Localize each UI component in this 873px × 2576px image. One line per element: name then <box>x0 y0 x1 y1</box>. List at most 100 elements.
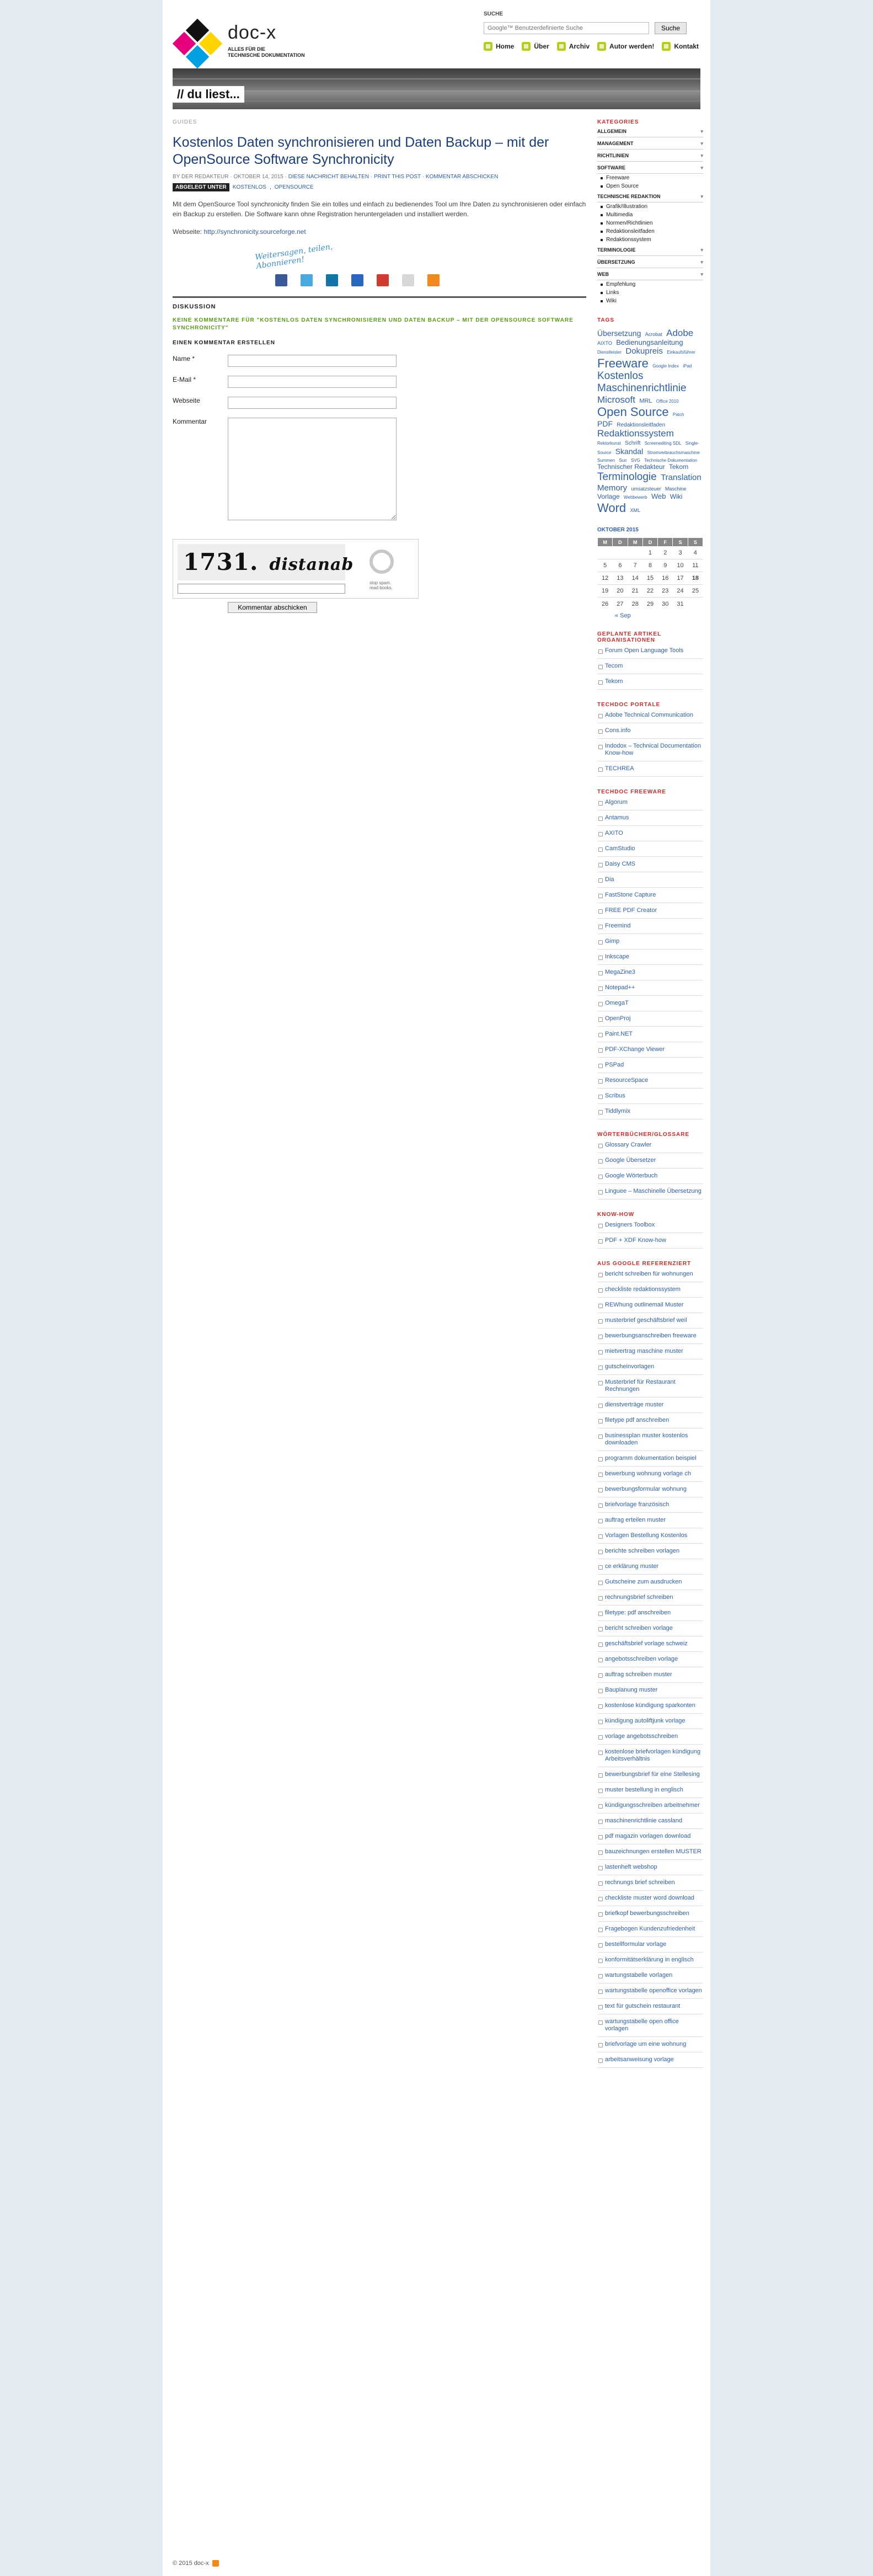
subcategory-item[interactable]: Wiki <box>597 297 703 305</box>
sidebar-link[interactable]: Musterbrief für Restaurant Rechnungen <box>597 1375 703 1398</box>
sidebar-link[interactable]: Vorlagen Bestellung Kostenlos <box>597 1528 703 1544</box>
site-logo[interactable] <box>172 18 223 70</box>
comment-textarea[interactable] <box>228 418 397 520</box>
tag-cloud-link[interactable]: SVG <box>631 458 640 463</box>
tag-cloud-link[interactable]: Google Index <box>652 364 679 369</box>
tag-cloud-link[interactable]: Microsoft <box>597 394 635 405</box>
calendar-day[interactable]: 12 <box>597 572 613 585</box>
sidebar-link[interactable]: Cons.info <box>597 723 703 739</box>
category-item[interactable]: ÜBERSETZUNG ▾ <box>597 256 703 268</box>
nav-home[interactable]: Home <box>484 42 514 51</box>
sidebar-link[interactable]: berichte schreiben vorlagen <box>597 1544 703 1559</box>
calendar-day[interactable]: 4 <box>688 546 703 559</box>
sidebar-link[interactable]: bericht schreiben vorlage <box>597 1621 703 1636</box>
sidebar-link[interactable]: auftrag erteilen muster <box>597 1513 703 1528</box>
subcategory-item[interactable]: Empfehlung <box>597 280 703 289</box>
calendar-day[interactable]: 30 <box>657 597 673 610</box>
sidebar-link[interactable]: auftrag schreiben muster <box>597 1667 703 1683</box>
sidebar-link[interactable]: checkliste muster word download <box>597 1891 703 1906</box>
sidebar-link[interactable]: AXITO <box>597 826 703 841</box>
linkedin-icon[interactable] <box>326 274 338 286</box>
calendar-day[interactable]: 8 <box>642 559 658 572</box>
category-item[interactable]: RICHTLINIEN ▾ <box>597 150 703 162</box>
sidebar-link[interactable]: musterbrief geschäftsbrief weil <box>597 1313 703 1329</box>
sidebar-link[interactable]: PSPad <box>597 1058 703 1073</box>
email-icon[interactable] <box>402 274 414 286</box>
calendar-day[interactable]: 23 <box>657 584 673 598</box>
sidebar-link[interactable]: FastStone Capture <box>597 888 703 903</box>
sidebar-link[interactable]: lastenheft webshop <box>597 1860 703 1875</box>
calendar-day[interactable]: 1 <box>642 546 658 559</box>
website-field[interactable] <box>228 397 397 409</box>
calendar-day[interactable]: 21 <box>628 584 643 598</box>
tag-cloud-link[interactable]: MRL <box>639 398 652 404</box>
subcategory-item[interactable]: Multimedia <box>597 211 703 219</box>
sidebar-link[interactable]: dienstverträge muster <box>597 1398 703 1413</box>
calendar-day[interactable]: 17 <box>672 572 688 585</box>
print-post-link[interactable]: PRINT THIS POST <box>374 174 421 180</box>
sidebar-link[interactable]: Gimp <box>597 934 703 950</box>
calendar-day[interactable]: 14 <box>628 572 643 585</box>
tag-cloud-link[interactable]: Open Source <box>597 405 669 419</box>
calendar-day[interactable]: 2 <box>657 546 673 559</box>
delicious-icon[interactable] <box>351 274 363 286</box>
calendar-day[interactable]: 3 <box>672 546 688 559</box>
search-input[interactable] <box>484 22 649 34</box>
sidebar-link[interactable]: Forum Open Language Tools <box>597 643 703 659</box>
sidebar-link[interactable]: bewerbungsbrief für eine Stellesing <box>597 1767 703 1783</box>
website-link[interactable]: http://synchronicity.sourceforge.net <box>203 228 306 236</box>
sidebar-link[interactable]: Freemind <box>597 919 703 934</box>
calendar-prev-link[interactable]: « Sep <box>597 612 703 619</box>
calendar-day[interactable]: 7 <box>628 559 643 572</box>
sidebar-link[interactable]: TECHREA <box>597 761 703 777</box>
calendar-day[interactable]: 24 <box>672 584 688 598</box>
sidebar-link[interactable]: bewerbung wohnung vorlage ch <box>597 1466 703 1482</box>
subcategory-item[interactable]: Grafik/Illustration <box>597 202 703 211</box>
sidebar-link[interactable]: wartungstabelle open office vorlagen <box>597 2014 703 2037</box>
tag-cloud-link[interactable]: Patch <box>673 412 684 417</box>
tag-cloud-link[interactable]: Maschinenrichtlinie <box>597 382 687 394</box>
tag-cloud-link[interactable]: Stromverbrauchsmaschine <box>647 450 700 455</box>
calendar-day[interactable]: 28 <box>628 597 643 610</box>
sidebar-link[interactable]: businessplan muster kostenlos downloaden <box>597 1428 703 1451</box>
calendar-day[interactable]: 22 <box>642 584 658 598</box>
tag-cloud-link[interactable]: Kostenlos <box>597 370 643 382</box>
sidebar-link[interactable]: Tekom <box>597 674 703 690</box>
chevron-down-icon[interactable]: ▾ <box>700 271 703 278</box>
sidebar-link[interactable]: kostenlose kündigung sparkonten <box>597 1698 703 1714</box>
site-title[interactable]: doc-x <box>228 22 276 44</box>
tag-cloud-link[interactable]: Wiki <box>670 493 683 500</box>
sidebar-link[interactable]: geschäftsbrief vorlage schweiz <box>597 1636 703 1652</box>
sidebar-link[interactable]: wartungstabelle openoffice vorlagen <box>597 1983 703 1999</box>
category-item[interactable]: WEB ▾ <box>597 268 703 280</box>
name-field[interactable] <box>228 355 397 367</box>
category-item[interactable]: ALLGEMEIN ▾ <box>597 125 703 137</box>
sidebar-link[interactable]: wartungstabelle vorlagen <box>597 1968 703 1983</box>
sidebar-link[interactable]: OmegaT <box>597 996 703 1011</box>
twitter-icon[interactable] <box>301 274 313 286</box>
calendar-day[interactable]: 20 <box>612 584 628 598</box>
tag-cloud-link[interactable]: XML <box>630 508 641 513</box>
sidebar-link[interactable]: PDF-XChange Viewer <box>597 1042 703 1058</box>
sidebar-link[interactable]: maschinenrichtlinie cassland <box>597 1814 703 1829</box>
sidebar-link[interactable]: rechnungs brief schreiben <box>597 1875 703 1891</box>
sidebar-link[interactable]: Dia <box>597 872 703 888</box>
category-item[interactable]: SOFTWARE ▾ <box>597 162 703 174</box>
sidebar-link[interactable]: programm dokumentation beispiel <box>597 1451 703 1466</box>
calendar-day[interactable]: 13 <box>612 572 628 585</box>
sidebar-link[interactable]: angebotsschreiben vorlage <box>597 1652 703 1667</box>
tag-cloud-link[interactable]: Wettbewerb <box>624 495 647 500</box>
chevron-down-icon[interactable]: ▾ <box>700 129 703 135</box>
tag-cloud-link[interactable]: Tekom <box>669 463 688 471</box>
calendar-day[interactable]: 9 <box>657 559 673 572</box>
sidebar-link[interactable]: Indodox – Technical Documentation Know-h… <box>597 739 703 761</box>
tag-cloud-link[interactable]: Technische Dokumentation <box>644 458 697 463</box>
rss-icon[interactable] <box>212 2560 219 2567</box>
sidebar-link[interactable]: Linguee – Maschinelle Übersetzung <box>597 1184 703 1199</box>
calendar-day[interactable]: 27 <box>612 597 628 610</box>
calendar-day[interactable]: 11 <box>688 559 703 572</box>
tag-cloud-link[interactable]: Einkaufsführer <box>667 350 695 355</box>
subcategory-item[interactable]: Freeware <box>597 174 703 182</box>
keep-message-link[interactable]: DIESE NACHRICHT BEHALTEN <box>288 174 369 180</box>
calendar-day[interactable]: 25 <box>688 584 703 598</box>
